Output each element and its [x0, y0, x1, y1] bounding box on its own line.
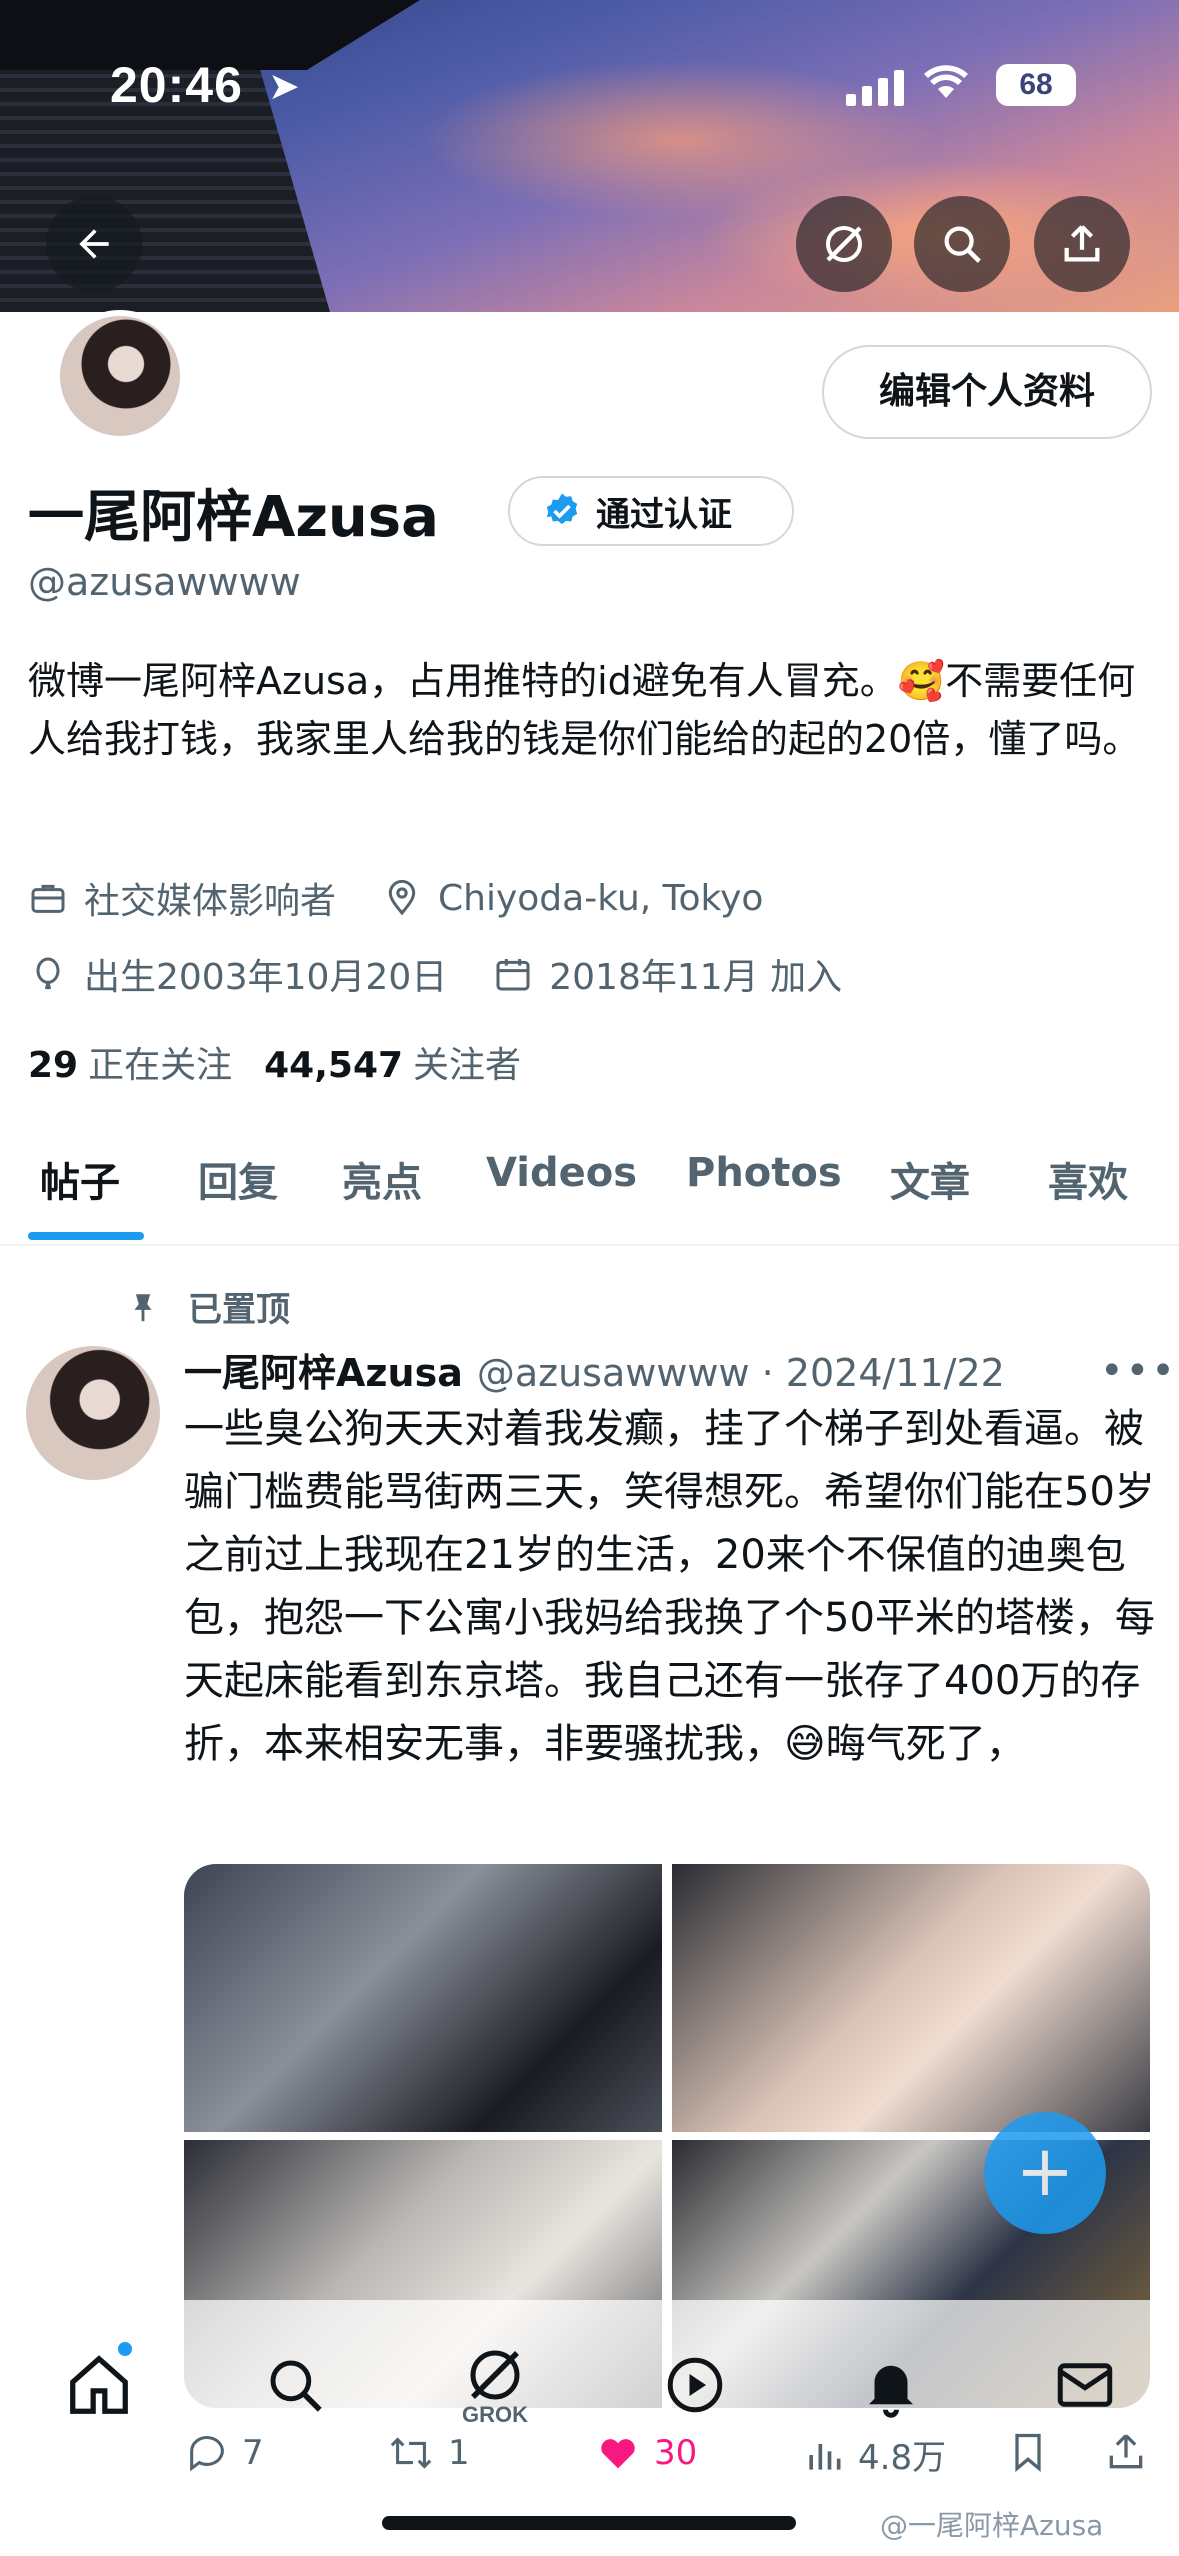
like-button[interactable]: 30: [594, 2430, 697, 2476]
location-text: Chiyoda-ku, Tokyo: [438, 877, 764, 919]
tab-highlights[interactable]: 亮点: [342, 1150, 422, 1208]
followers-link[interactable]: 44,547 关注者: [264, 1036, 521, 1088]
compose-button[interactable]: +: [984, 2112, 1106, 2234]
nav-search[interactable]: [250, 2340, 340, 2430]
media-photo-2[interactable]: [672, 1864, 1150, 2132]
location-pin-icon: [388, 879, 416, 916]
mail-icon: [1057, 2363, 1113, 2407]
share-icon: [1064, 225, 1100, 262]
follow-stats: 29 正在关注 44,547 关注者: [28, 1036, 553, 1088]
profile-handle: @azusawwww: [28, 560, 301, 604]
nav-home[interactable]: [54, 2340, 144, 2430]
back-button[interactable]: [46, 196, 142, 292]
views-count: 4.8万: [858, 2438, 947, 2478]
status-bar: 20:46 ➤ 68: [0, 40, 1179, 130]
tab-posts[interactable]: 帖子: [40, 1150, 120, 1208]
post-share-button[interactable]: [1104, 2430, 1148, 2474]
grok-label: GROK: [462, 2402, 528, 2427]
cellular-signal-icon: [846, 66, 904, 106]
tab-likes[interactable]: 喜欢: [1048, 1150, 1128, 1208]
tab-videos[interactable]: Videos: [486, 1150, 637, 1196]
bar-chart-icon: [809, 2443, 841, 2470]
reply-button[interactable]: 7: [184, 2430, 264, 2476]
location-arrow-icon: ➤: [268, 64, 300, 108]
arrow-left-icon: [79, 229, 109, 259]
profile-meta-row-2: 出生2003年10月20日 2018年11月 加入: [28, 948, 888, 1000]
heart-filled-icon: [601, 2439, 635, 2469]
search-button[interactable]: [914, 196, 1010, 292]
post-author-name[interactable]: 一尾阿梓Azusa: [184, 1342, 463, 1397]
verified-check-icon: [546, 493, 578, 525]
active-tab-indicator: [28, 1232, 144, 1240]
calendar-icon: [496, 959, 530, 991]
verified-label: 通过认证: [596, 494, 732, 535]
nav-videos[interactable]: [650, 2340, 740, 2430]
nav-grok[interactable]: GROK: [450, 2340, 540, 2430]
location-item: Chiyoda-ku, Tokyo: [382, 878, 763, 919]
verified-badge[interactable]: 通过认证: [508, 476, 794, 546]
views-button[interactable]: 4.8万: [802, 2430, 946, 2479]
followers-label: 关注者: [413, 1045, 522, 1086]
post-author-avatar[interactable]: [26, 1346, 160, 1480]
following-count: 29: [28, 1045, 79, 1086]
post-author-meta: @azusawwww · 2024/11/22: [476, 1351, 1005, 1395]
like-count: 30: [654, 2433, 698, 2473]
bookmark-button[interactable]: [1006, 2430, 1050, 2474]
birthday-item: 出生2003年10月20日: [28, 948, 447, 1000]
tab-articles[interactable]: 文章: [890, 1150, 970, 1208]
battery-indicator: 68: [996, 64, 1076, 106]
grok-button[interactable]: [796, 196, 892, 292]
birthday-text: 出生2003年10月20日: [84, 957, 448, 998]
briefcase-icon: [31, 884, 65, 913]
category-text: 社交媒体影响者: [84, 881, 337, 922]
tab-photos[interactable]: Photos: [686, 1150, 842, 1196]
nav-notifications[interactable]: [846, 2340, 936, 2430]
repost-count: 1: [448, 2433, 470, 2473]
status-time: 20:46: [110, 57, 243, 113]
profile-bio: 微博一尾阿梓Azusa，占用推特的id避免有人冒充。🥰不需要任何人给我打钱，我家…: [28, 659, 1141, 761]
profile-avatar[interactable]: [54, 310, 186, 442]
profile-name: 一尾阿梓Azusa: [28, 485, 439, 550]
more-options-icon[interactable]: •••: [1100, 1348, 1177, 1394]
media-photo-1[interactable]: [184, 1864, 662, 2132]
repost-icon: [390, 2437, 432, 2469]
pin-icon: [134, 1293, 152, 1321]
post-text: 一些臭公狗天天对着我发癫，挂了个梯子到处看逼。被骗门槛费能骂街两三天，笑得想死。…: [184, 1406, 1155, 1767]
play-circle-icon: [667, 2357, 723, 2413]
pinned-label: 已置顶: [188, 1290, 290, 1330]
share-icon: [1109, 2434, 1143, 2469]
grok-slash-icon: [826, 226, 862, 262]
profile-tabs: 帖子 回复 亮点 Videos Photos 文章 喜欢: [0, 1110, 1179, 1246]
home-icon: [70, 2355, 128, 2414]
following-label: 正在关注: [88, 1045, 233, 1086]
wifi-icon: [924, 60, 968, 111]
balloon-icon: [36, 957, 60, 990]
bookmark-icon: [1015, 2433, 1041, 2473]
reply-count: 7: [242, 2433, 264, 2473]
followers-count: 44,547: [264, 1045, 404, 1086]
repost-button[interactable]: 1: [386, 2430, 470, 2476]
bell-icon: [869, 2365, 913, 2418]
search-icon: [944, 226, 981, 263]
pinned-indicator: 已置顶: [126, 1282, 290, 1331]
following-link[interactable]: 29 正在关注: [28, 1036, 232, 1088]
grok-icon: [470, 2350, 520, 2400]
post-actions: 7 1 30 4.8万: [184, 2430, 1164, 2500]
post-header: 一尾阿梓Azusa @azusawwww · 2024/11/22: [184, 1342, 1005, 1397]
profile-meta-row-1: 社交媒体影响者 Chiyoda-ku, Tokyo: [28, 872, 809, 924]
tab-replies[interactable]: 回复: [198, 1150, 278, 1208]
nav-messages[interactable]: [1040, 2340, 1130, 2430]
home-indicator: [382, 2516, 796, 2530]
joined-text: 2018年11月 加入: [549, 957, 843, 998]
watermark: @一尾阿梓Azusa: [880, 2509, 1104, 2542]
edit-profile-button[interactable]: 编辑个人资料: [822, 345, 1152, 439]
share-button[interactable]: [1034, 196, 1130, 292]
joined-item: 2018年11月 加入: [493, 948, 842, 1000]
category-item: 社交媒体影响者: [28, 872, 336, 924]
reply-icon: [190, 2436, 224, 2472]
search-icon: [270, 2360, 322, 2412]
home-notification-dot: [118, 2342, 132, 2356]
